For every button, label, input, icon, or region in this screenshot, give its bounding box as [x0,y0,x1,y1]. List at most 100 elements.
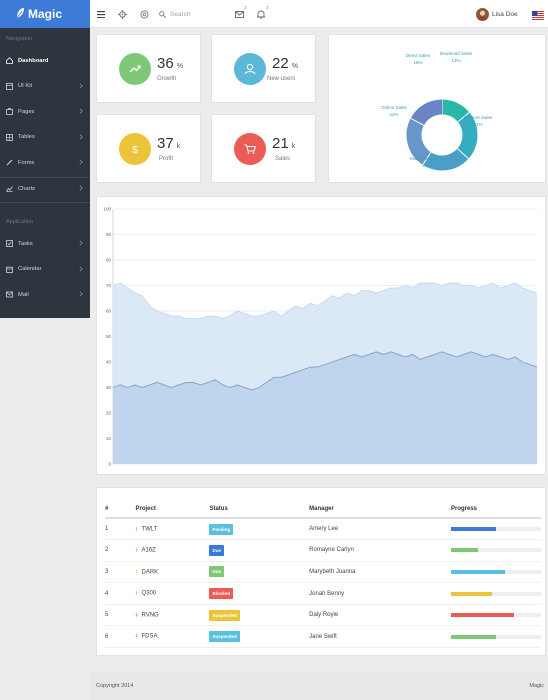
search-box[interactable]: Search [159,8,191,20]
sidebar-item-forms[interactable]: Forms [0,150,90,175]
progress-fill [451,591,492,596]
dollar-icon: $ [119,133,151,165]
sidebar-item-tables[interactable]: Tables [0,125,90,150]
status-badge: Due [209,544,224,556]
manager-cell: Jonah Benny [309,582,451,605]
chevron-right-icon [79,108,83,114]
mail-button[interactable]: 3 [235,5,247,20]
progress-cell [451,561,541,584]
row-number: 1 [105,518,136,541]
brand-logo[interactable]: Magic [0,0,90,28]
y-tick-label: 100 [103,207,111,212]
table-row[interactable]: 5 RVNG Suspended Daly Royle [105,604,541,627]
status-cell: Suspended [209,625,310,649]
mail-icon [6,291,13,298]
column-header: Manager [309,500,451,519]
app-heading: Application [6,219,33,225]
sidebar-item-label: UI Kit [18,83,33,90]
chart-icon [6,185,13,192]
bolt-icon [135,547,139,554]
donut-label: Mail-Order Sales 21% [407,156,447,170]
area-chart-card: 0 10 20 30 40 50 60 70 80 90 100 [96,196,546,475]
user-menu[interactable]: Lisa Doe [476,6,518,22]
projects-table-card: # Project Status Manager Progress 1 TWLT… [96,487,546,656]
donut-label: Online Sales 22% [379,105,409,119]
project-cell: A16Z [135,539,210,562]
footer: Copyright 2014 Magic [90,672,548,700]
sidebar-item-ui-kit[interactable]: UI Kit [0,74,90,99]
row-number: 4 [105,582,136,605]
sidebar-item-label: Dashboard [18,57,49,64]
status-cell: Blocked [209,582,310,605]
project-name: FDSA [141,634,158,641]
bolt-icon [135,590,139,597]
y-tick-label: 80 [106,258,112,263]
status-badge: Suspended [209,631,240,643]
column-header: Project [135,500,210,519]
progress-fill [451,634,496,639]
stat-label: Growth [157,76,177,82]
table-row[interactable]: 4 Q300 Blocked Jonah Benny [105,582,541,605]
y-tick-label: 50 [106,334,112,339]
sidebar-item-label: Forms [18,159,35,166]
stat-unit: k [176,143,181,150]
y-tick-label: 60 [106,309,112,314]
table-row[interactable]: 3 DARK Due Marybeth Joanna [105,561,541,584]
progress-bar [451,634,541,639]
projects-table: # Project Status Manager Progress 1 TWLT… [105,500,541,649]
table-icon [6,133,13,141]
manager-cell: Marybeth Joanna [309,561,451,584]
sidebar-item-dashboard[interactable]: Dashboard [0,48,90,73]
brand-name: Magic [28,7,63,21]
y-tick-label: 0 [108,462,111,467]
sidebar-item-pages[interactable]: Pages [0,99,90,124]
sidebar-item-charts[interactable]: Charts [0,176,90,201]
menu-icon[interactable] [97,8,105,20]
stat-unit: k [291,143,296,150]
stat-label: Sales [275,156,291,162]
row-number: 6 [105,625,136,649]
row-number: 5 [105,604,136,627]
us-flag-icon[interactable] [532,9,544,21]
help-icon[interactable] [140,8,149,20]
search-input[interactable]: Search [170,11,191,18]
project-cell: RVNG [135,604,210,627]
column-header: # [105,500,136,519]
sidebar-divider [0,202,90,203]
home-icon [6,57,13,64]
row-number: 2 [105,539,136,562]
table-row[interactable]: 2 A16Z Due Romayne Carlyn [105,539,541,562]
donut-label-name: In-Store Sales [463,115,493,120]
trend-icon [119,53,151,85]
table-header-row: # Project Status Manager Progress [105,500,541,519]
donut-label-pct: 16% [413,59,423,65]
table-row[interactable]: 6 FDSA Suspended Jane Swift [105,625,541,649]
sidebar-item-tasks[interactable]: Tasks [0,231,90,256]
sidebar: Magic Navigation Dashboard UI Kit Pages Tab… [0,0,90,318]
sidebar-item-mail[interactable]: Mail [0,282,90,307]
chevron-right-icon [79,134,83,140]
calendar-icon [6,266,13,273]
stat-value: 37 k [157,135,180,152]
svg-text:$: $ [132,145,138,156]
donut-label-pct: 13% [451,57,461,63]
chevron-right-icon [79,185,83,191]
table-row[interactable]: 1 TWLT Pending Amery Lee [105,518,541,541]
sidebar-item-label: Calendar [18,266,42,273]
uikit-icon [6,82,13,90]
envelope-icon [235,10,244,18]
status-cell: Due [209,561,310,584]
project-name: Q300 [141,590,157,597]
notification-count: 3 [266,5,269,10]
chevron-right-icon [79,82,83,89]
sidebar-item-calendar[interactable]: Calendar [0,257,90,282]
stat-number: 21 [272,135,289,152]
sidebar-divider [0,177,90,178]
status-badge: Blocked [209,588,233,600]
gear-icon[interactable] [118,8,127,20]
donut-label-name: Online Sales [381,105,407,110]
progress-cell [451,604,541,627]
notification-button[interactable]: 3 [257,5,269,20]
progress-bar [451,548,541,553]
y-tick-label: 30 [106,385,112,390]
